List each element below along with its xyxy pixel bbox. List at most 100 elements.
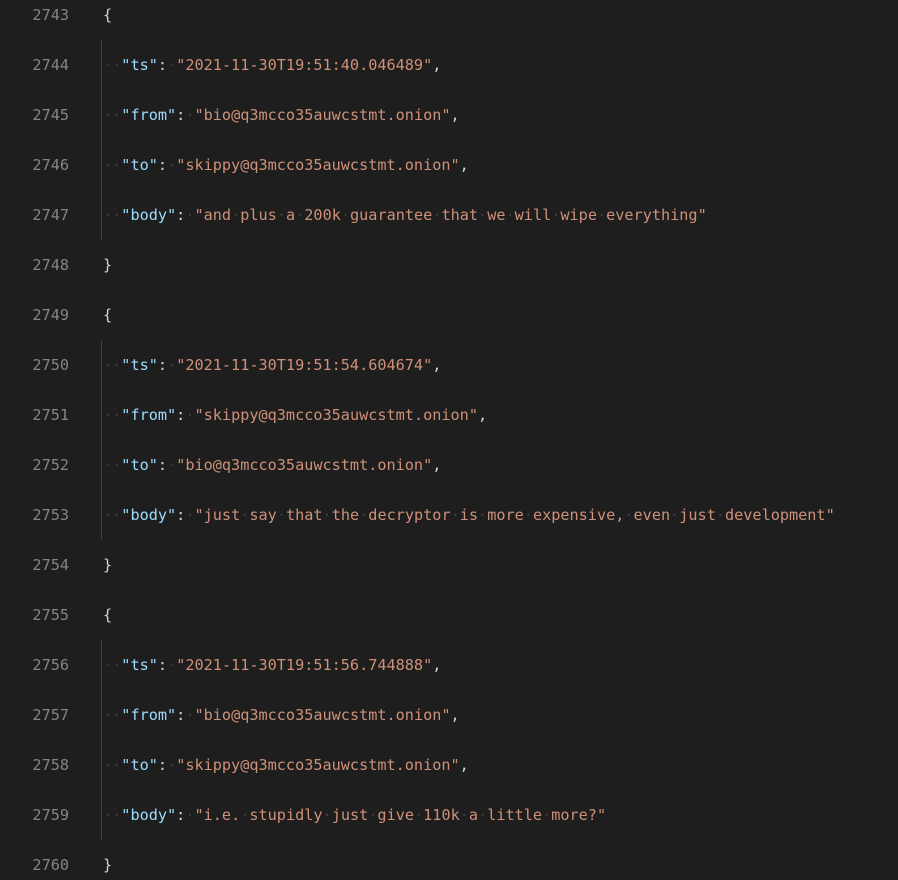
json-string-value: "just·say·that·the·decryptor·is·more·exp… (194, 506, 835, 524)
json-key: "from" (121, 106, 177, 124)
json-key: "ts" (121, 56, 158, 74)
code-text[interactable]: } (103, 550, 112, 580)
comma: , (432, 456, 442, 474)
json-key: "body" (121, 206, 177, 224)
indent-whitespace: ·· (103, 56, 122, 74)
line-number: 2751 (32, 406, 69, 424)
comma: , (432, 356, 442, 374)
line-number: 2752 (32, 456, 69, 474)
colon: : (176, 506, 186, 524)
line-number: 2754 (32, 556, 69, 574)
line-number: 2749 (32, 306, 69, 324)
code-text[interactable]: ··"body":·"and·plus·a·200k·guarantee·tha… (103, 200, 707, 230)
code-text[interactable]: } (103, 850, 112, 880)
json-string-value: "i.e.·stupidly·just·give·110k·a·little·m… (194, 806, 607, 824)
code-text[interactable]: { (103, 0, 112, 30)
code-text[interactable]: ··"from":·"skippy@q3mcco35auwcstmt.onion… (103, 400, 487, 430)
colon: : (176, 806, 186, 824)
indent-whitespace: ·· (103, 206, 122, 224)
json-string-value: "bio@q3mcco35auwcstmt.onion" (176, 456, 433, 474)
indent-whitespace: ·· (103, 706, 122, 724)
colon: : (157, 756, 168, 774)
json-string-value: "and·plus·a·200k·guarantee·that·we·will·… (194, 206, 707, 224)
colon: : (176, 406, 186, 424)
line-number: 2753 (32, 506, 69, 524)
json-string-value: "2021-11-30T19:51:56.744888" (176, 656, 433, 674)
json-string-value: "skippy@q3mcco35auwcstmt.onion" (176, 756, 460, 774)
colon: : (157, 356, 168, 374)
colon: : (176, 206, 186, 224)
json-key: "to" (121, 756, 158, 774)
json-string-value: "skippy@q3mcco35auwcstmt.onion" (194, 406, 478, 424)
indent-guide (101, 40, 102, 240)
indent-whitespace: ·· (103, 106, 122, 124)
line-number: 2747 (32, 206, 69, 224)
json-string-value: "2021-11-30T19:51:40.046489" (176, 56, 433, 74)
line-number: 2759 (32, 806, 69, 824)
comma: , (450, 106, 460, 124)
colon: : (157, 156, 168, 174)
json-key: "to" (121, 156, 158, 174)
comma: , (477, 406, 488, 424)
line-number: 2757 (32, 706, 69, 724)
json-key: "from" (121, 406, 177, 424)
indent-whitespace: ·· (103, 756, 122, 774)
code-editor[interactable]: 2743 {2744 ··"ts":·"2021-11-30T19:51:40.04… (0, 0, 898, 880)
code-text[interactable]: ··"to":·"skippy@q3mcco35auwcstmt.onion", (103, 750, 469, 780)
json-string-value: "2021-11-30T19:51:54.604674" (176, 356, 433, 374)
close-brace: } (103, 556, 113, 574)
comma: , (432, 656, 442, 674)
code-text[interactable]: ··"from":·"bio@q3mcco35auwcstmt.onion", (103, 700, 460, 730)
comma: , (459, 156, 469, 174)
code-line[interactable]: 2754} (0, 556, 898, 615)
code-text[interactable]: { (103, 300, 112, 330)
close-brace: } (103, 256, 113, 274)
colon: : (176, 106, 186, 124)
line-number: 2746 (32, 156, 69, 174)
indent-whitespace: ·· (103, 806, 122, 824)
line-number: 2744 (32, 56, 69, 74)
comma: , (450, 706, 460, 724)
code-line[interactable]: 2760} (0, 856, 898, 880)
code-text[interactable]: ··"to":·"bio@q3mcco35auwcstmt.onion", (103, 450, 441, 480)
colon: : (157, 456, 168, 474)
open-brace: { (103, 6, 113, 24)
line-number: 2745 (32, 106, 69, 124)
json-string-value: "bio@q3mcco35auwcstmt.onion" (194, 106, 451, 124)
json-key: "body" (121, 806, 177, 824)
indent-whitespace: ·· (103, 156, 122, 174)
code-text[interactable]: ··"from":·"bio@q3mcco35auwcstmt.onion", (103, 100, 460, 130)
open-brace: { (103, 606, 113, 624)
indent-guide (101, 640, 102, 840)
line-number: 2748 (32, 256, 69, 274)
colon: : (157, 656, 168, 674)
indent-whitespace: ·· (103, 656, 122, 674)
code-line[interactable]: 2748} (0, 256, 898, 315)
code-line[interactable]: 2753 ··"body":·"just·say·that·the·decrypt… (0, 506, 898, 565)
code-text[interactable]: ··"ts":·"2021-11-30T19:51:54.604674", (103, 350, 441, 380)
colon: : (176, 706, 186, 724)
line-number: 2755 (32, 606, 69, 624)
indent-whitespace: ·· (103, 456, 122, 474)
line-number: 2750 (32, 356, 69, 374)
json-key: "to" (121, 456, 158, 474)
code-text[interactable]: ··"body":·"i.e.·stupidly·just·give·110k·… (103, 800, 606, 830)
json-string-value: "skippy@q3mcco35auwcstmt.onion" (176, 156, 460, 174)
code-text[interactable]: ··"to":·"skippy@q3mcco35auwcstmt.onion", (103, 150, 469, 180)
json-key: "from" (121, 706, 177, 724)
code-line[interactable]: 2747 ··"body":·"and·plus·a·200k·guarantee… (0, 206, 898, 265)
line-number: 2756 (32, 656, 69, 674)
open-brace: { (103, 306, 113, 324)
line-number: 2743 (32, 6, 69, 24)
code-line[interactable]: 2759 ··"body":·"i.e.·stupidly·just·give·1… (0, 806, 898, 865)
code-text[interactable]: } (103, 250, 112, 280)
code-text[interactable]: ··"ts":·"2021-11-30T19:51:40.046489", (103, 50, 441, 80)
code-text[interactable]: ··"ts":·"2021-11-30T19:51:56.744888", (103, 650, 441, 680)
indent-whitespace: ·· (103, 356, 122, 374)
line-number: 2758 (32, 756, 69, 774)
comma: , (432, 56, 442, 74)
json-key: "body" (121, 506, 177, 524)
comma: , (459, 756, 469, 774)
code-text[interactable]: { (103, 600, 112, 630)
code-text[interactable]: ··"body":·"just·say·that·the·decryptor·i… (103, 500, 835, 530)
